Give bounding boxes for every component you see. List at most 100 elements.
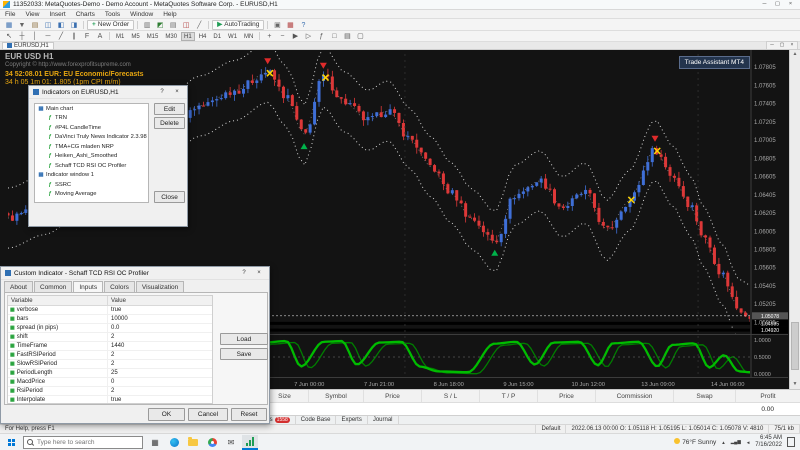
tree-item[interactable]: ƒSSRC	[35, 180, 148, 190]
tree-item[interactable]: ƒ#P4L CandleTime	[35, 123, 148, 133]
input-row[interactable]: ▦verbosetrue	[8, 306, 212, 315]
economic-calendar-icon[interactable]: ▦	[284, 20, 296, 30]
toolbox-icon[interactable]: ▥	[141, 20, 153, 30]
delete-button[interactable]: Delete	[154, 117, 185, 129]
scrollbar-track[interactable]	[790, 59, 800, 380]
ok-button[interactable]: OK	[148, 408, 185, 421]
tray-chevron-icon[interactable]: ▲	[721, 440, 725, 445]
indicator-list[interactable]: ▦Main chartƒTRNƒ#P4L CandleTimeƒDaVinci …	[34, 103, 149, 203]
timeframe-h1[interactable]: H1	[181, 32, 195, 41]
timeframe-h4[interactable]: H4	[196, 32, 210, 41]
chart-dropdown-icon[interactable]: ▼	[16, 20, 28, 30]
timeframe-m5[interactable]: M5	[128, 32, 142, 41]
templates-icon[interactable]: ▤	[341, 31, 353, 41]
scroll-up-icon[interactable]: ▲	[793, 50, 798, 59]
tab-common[interactable]: Common	[34, 281, 72, 292]
network-icon[interactable]: ▂▄▆	[731, 439, 741, 445]
zoom-in-icon[interactable]: +	[263, 31, 275, 41]
action-center-icon[interactable]	[787, 437, 795, 447]
menu-item-charts[interactable]: Charts	[71, 11, 100, 18]
text-label-icon[interactable]: A	[94, 31, 106, 41]
taskbar-search[interactable]	[23, 436, 143, 449]
input-value-cell[interactable]: 1440	[108, 343, 124, 349]
task-view-icon[interactable]: ▦	[147, 435, 163, 450]
file-explorer-icon[interactable]	[185, 435, 201, 450]
input-row[interactable]: ▦shift2	[8, 333, 212, 342]
docs-help-icon[interactable]: ?	[297, 20, 309, 30]
trade-assistant-button[interactable]: Trade Assistant MT4	[679, 56, 750, 69]
indicators-icon[interactable]: ƒ	[315, 31, 327, 41]
input-row[interactable]: ▦PeriodLength25	[8, 369, 212, 378]
titlebar[interactable]: 11352033: MetaQuotes-Demo - Demo Account…	[0, 0, 800, 10]
input-value-cell[interactable]: 2	[108, 388, 114, 394]
custom-indicator-dialog[interactable]: Custom Indicator - Schaff TCD RSI OC Pro…	[0, 266, 270, 424]
strategy-tester-icon[interactable]: ▣	[271, 20, 283, 30]
tree-item[interactable]: ƒDaVinci Truly News Indicator 2.3.98	[35, 133, 148, 143]
timeframe-m1[interactable]: M1	[113, 32, 127, 41]
tree-item[interactable]: ƒSchaff TCD RSI OC Profiler	[35, 161, 148, 171]
chart-close-icon[interactable]: ×	[787, 42, 797, 49]
start-button[interactable]	[3, 439, 19, 446]
menu-item-insert[interactable]: Insert	[44, 11, 70, 18]
chart-shift-icon[interactable]: ▷	[302, 31, 314, 41]
edit-button[interactable]: Edit	[154, 103, 185, 115]
mail-icon[interactable]: ✉	[223, 435, 239, 450]
timeframe-d1[interactable]: D1	[210, 32, 224, 41]
new-chart-icon[interactable]: ▦	[3, 20, 15, 30]
navigator-icon[interactable]: ◨	[68, 20, 80, 30]
chrome-icon[interactable]	[204, 435, 220, 450]
scroll-down-icon[interactable]: ▼	[793, 380, 798, 389]
equidistant-channel-icon[interactable]: ∥	[68, 31, 80, 41]
cursor-icon[interactable]: ↖	[3, 31, 15, 41]
input-value-cell[interactable]: 2	[108, 334, 114, 340]
menu-item-file[interactable]: File	[0, 11, 20, 18]
dialog-close-icon[interactable]: ×	[253, 268, 265, 278]
data-window-icon[interactable]: ◧	[55, 20, 67, 30]
volume-icon[interactable]: ◄	[746, 440, 750, 445]
autotrading-button[interactable]: ▶AutoTrading	[212, 20, 264, 30]
tree-group[interactable]: ▦Main chart	[35, 104, 148, 114]
input-row[interactable]: ▦bars10000	[8, 315, 212, 324]
input-value-cell[interactable]: 2	[108, 352, 114, 358]
dialog-help-icon[interactable]: ?	[238, 268, 250, 278]
maximize-icon[interactable]: ▢	[771, 0, 784, 9]
inputs-table[interactable]: VariableValue▦verbosetrue▦bars10000▦spre…	[7, 295, 213, 404]
chart-restore-icon[interactable]: ▢	[777, 42, 787, 49]
close-icon[interactable]: ×	[784, 0, 797, 9]
profiles-icon[interactable]: ▤	[29, 20, 41, 30]
tree-item[interactable]: ƒTMA+CG mladen NRP	[35, 142, 148, 152]
auto-scroll-icon[interactable]: ▶	[289, 31, 301, 41]
fibonacci-icon[interactable]: F	[81, 31, 93, 41]
input-value-cell[interactable]: 10000	[108, 316, 128, 322]
input-row[interactable]: ▦TimeFrame1440	[8, 342, 212, 351]
save-button[interactable]: Save	[220, 348, 268, 360]
full-screen-icon[interactable]: ▢	[354, 31, 366, 41]
market-watch-icon[interactable]: ◫	[42, 20, 54, 30]
menu-item-help[interactable]: Help	[158, 11, 181, 18]
new-order-button[interactable]: +New Order	[87, 20, 134, 30]
menu-item-view[interactable]: View	[20, 11, 44, 18]
input-row[interactable]: ▦FastRSIPeriod2	[8, 351, 212, 360]
reset-button[interactable]: Reset	[231, 408, 267, 421]
weather-widget[interactable]: 76°F Sunny	[674, 438, 716, 446]
tree-item[interactable]: ƒTRN	[35, 114, 148, 124]
status-profile[interactable]: Default	[536, 425, 566, 433]
zoom-out-icon[interactable]: −	[276, 31, 288, 41]
bar-chart-icon[interactable]: ▤	[167, 20, 179, 30]
timeframe-m15[interactable]: M15	[144, 32, 162, 41]
search-input[interactable]	[37, 439, 139, 446]
input-row[interactable]: ▦MacdPrice0	[8, 378, 212, 387]
input-row[interactable]: ▦SlowRSIPeriod2	[8, 360, 212, 369]
menu-item-window[interactable]: Window	[125, 11, 158, 18]
tree-item[interactable]: ƒMoving Average	[35, 190, 148, 200]
chart-scrollbar[interactable]: ▲ ▼	[789, 50, 800, 389]
chart-minimize-icon[interactable]: ─	[767, 42, 777, 49]
taskbar-clock[interactable]: 6:45 AM 7/16/2022	[755, 435, 782, 449]
vertical-line-icon[interactable]: │	[29, 31, 41, 41]
timeframe-mn[interactable]: MN	[241, 32, 256, 41]
crosshair-icon[interactable]: ┼	[16, 31, 28, 41]
input-row[interactable]: ▦RsiPeriod2	[8, 387, 212, 396]
input-value-cell[interactable]: 0	[108, 379, 114, 385]
input-value-cell[interactable]: true	[108, 307, 121, 313]
menu-item-tools[interactable]: Tools	[100, 11, 125, 18]
